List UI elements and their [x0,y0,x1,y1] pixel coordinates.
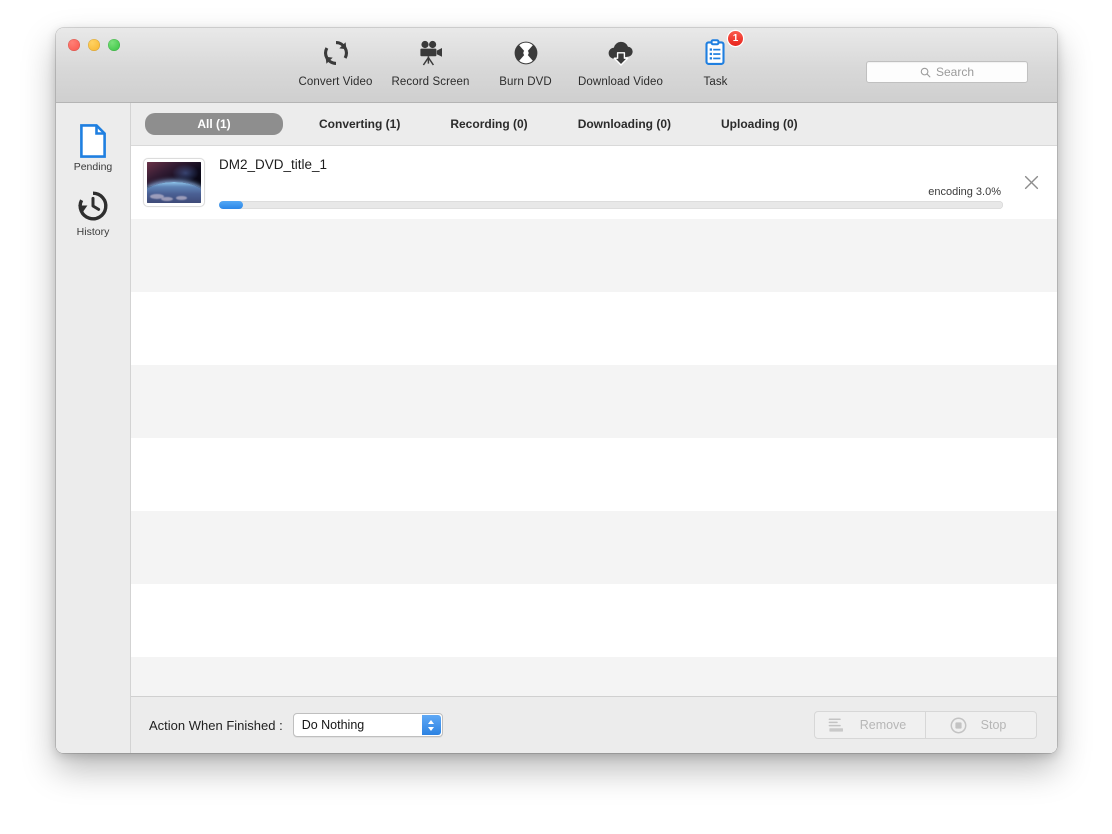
search-icon [920,67,931,77]
document-icon [56,124,130,158]
traffic-lights [68,39,120,51]
remove-button[interactable]: Remove [814,711,926,739]
task-close-button[interactable] [1015,175,1047,190]
task-status-line: encoding 3.0% [219,184,1003,198]
task-filter-tabs: All (1) Converting (1) Recording (0) Dow… [131,103,1057,146]
empty-row [131,365,1057,438]
task-badge-count: 1 [728,31,743,46]
toolbar-item-download-video[interactable]: Download Video [573,36,668,88]
action-when-finished-value: Do Nothing [301,718,365,732]
toolbar-item-record-screen[interactable]: Record Screen [383,36,478,88]
sidebar-label-history: History [76,226,110,238]
tab-uploading[interactable]: Uploading (0) [707,113,812,135]
toolbar-label-record-screen: Record Screen [391,76,470,88]
toolbar-item-burn-dvd[interactable]: Burn DVD [478,36,573,88]
toolbar-label-download-video: Download Video [578,76,663,88]
empty-row [131,438,1057,511]
application-window: Convert Video Record Screen Burn DVD Dow… [56,28,1057,753]
sidebar-item-history[interactable]: History [56,182,130,247]
remove-button-label: Remove [859,718,907,732]
sidebar-label-pending: Pending [73,161,113,173]
main-toolbar: Convert Video Record Screen Burn DVD Dow… [288,31,763,88]
stop-button-label: Stop [980,718,1007,732]
empty-row [131,584,1057,657]
empty-row [131,657,1057,696]
task-info: DM2_DVD_title_1 encoding 3.0% [205,157,1015,209]
search-placeholder: Search [935,65,975,79]
search-input[interactable]: Search [866,61,1028,83]
task-icon: 1 [668,31,763,70]
desktop-background: Convert Video Record Screen Burn DVD Dow… [0,0,1112,834]
sidebar: Pending History [56,103,131,753]
tab-all[interactable]: All (1) [145,113,283,135]
window-titlebar: Convert Video Record Screen Burn DVD Dow… [56,28,1057,103]
tab-converting[interactable]: Converting (1) [305,113,414,135]
toolbar-label-convert-video: Convert Video [298,76,373,88]
empty-row [131,292,1057,365]
clock-history-icon [56,189,130,223]
toolbar-label-task: Task [703,76,728,88]
stepper-arrows-icon[interactable] [421,715,441,735]
toolbar-item-task[interactable]: 1 Task [668,31,763,88]
stop-button[interactable]: Stop [926,711,1037,739]
remove-list-icon [828,717,846,733]
task-status: encoding 3.0% [928,185,1001,198]
zoom-window-button[interactable] [108,39,120,51]
minimize-window-button[interactable] [88,39,100,51]
table-row[interactable]: DM2_DVD_title_1 encoding 3.0% [131,146,1057,219]
close-window-button[interactable] [68,39,80,51]
toolbar-item-convert-video[interactable]: Convert Video [288,36,383,88]
empty-row [131,219,1057,292]
record-screen-icon [383,36,478,70]
footer-buttons: Remove Stop [814,711,1037,739]
download-video-icon [573,36,668,70]
task-progress-bar [219,200,1003,209]
footer-bar: Action When Finished : Do Nothing Remove… [131,696,1057,753]
toolbar-label-burn-dvd: Burn DVD [499,76,552,88]
tab-recording[interactable]: Recording (0) [436,113,541,135]
window-body: Pending History All (1) Converting (1) R… [56,103,1057,753]
empty-row [131,511,1057,584]
convert-video-icon [288,36,383,70]
main-panel: All (1) Converting (1) Recording (0) Dow… [131,103,1057,753]
action-when-finished-label: Action When Finished : [149,717,283,733]
task-progress-fill [219,200,243,209]
sidebar-item-pending[interactable]: Pending [56,117,130,182]
task-thumbnail [143,158,205,207]
task-name: DM2_DVD_title_1 [219,156,328,172]
close-icon [1024,175,1038,190]
tab-downloading[interactable]: Downloading (0) [564,113,685,135]
task-list[interactable]: DM2_DVD_title_1 encoding 3.0% [131,146,1057,696]
earth-from-space-thumbnail [147,162,201,203]
stop-circle-icon [950,717,967,734]
action-when-finished-select[interactable]: Do Nothing [292,713,443,737]
burn-dvd-icon [478,36,573,70]
